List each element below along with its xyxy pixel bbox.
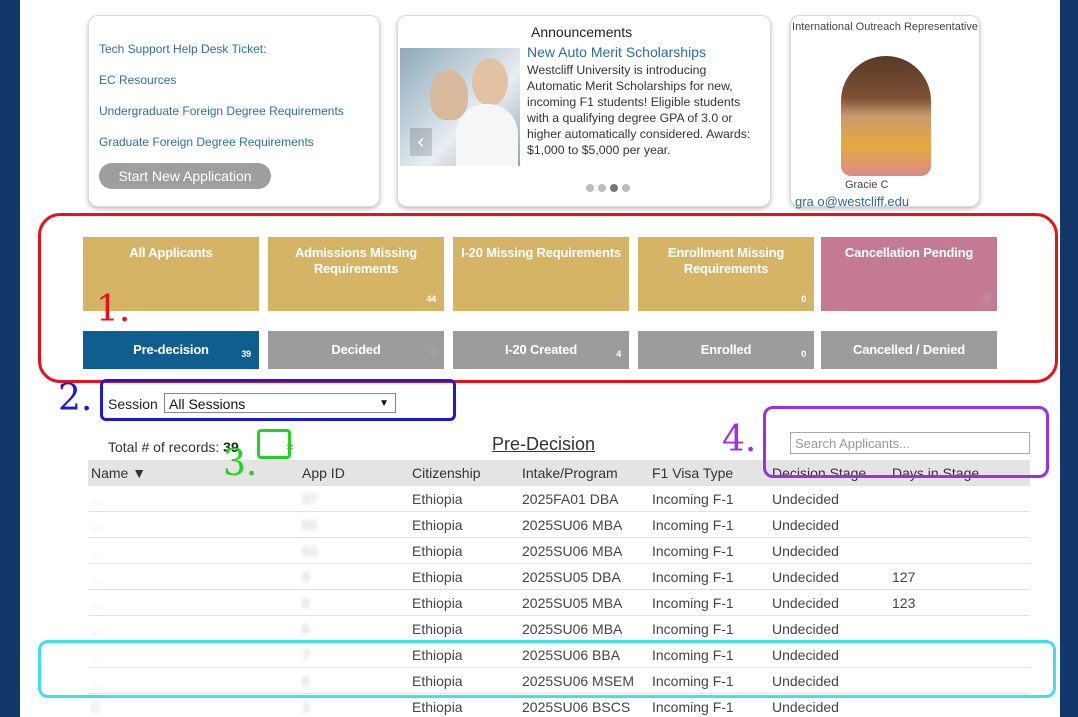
- link-undergrad-requirements[interactable]: Undergraduate Foreign Degree Requirement…: [99, 104, 344, 118]
- announcements-card: Announcements ‹ New Auto Merit Scholarsh…: [397, 15, 771, 207]
- cell-f1-visa-type: Incoming F-1: [649, 615, 769, 642]
- table-row[interactable]: ... 97 Ethiopia 2025FA01 DBA Incoming F-1 Und…: [88, 486, 1030, 512]
- announcement-image: ‹: [400, 48, 520, 166]
- quick-links-card: Tech Support Help Desk Ticket: EC Resour…: [88, 15, 380, 207]
- cell-decision-stage: Undecided: [769, 537, 889, 564]
- cell-name: ...: [88, 537, 299, 564]
- announcements-title: Announcements: [531, 24, 633, 40]
- records-count: Total # of records: 39: [108, 439, 239, 455]
- cell-intake-program: 2025SU05 MBA: [519, 589, 649, 616]
- cell-f1-visa-type: Incoming F-1: [649, 511, 769, 538]
- records-label: Total # of records:: [108, 439, 220, 455]
- cell-days-in-stage: [889, 615, 1030, 642]
- cell-f1-visa-type: Incoming F-1: [649, 589, 769, 616]
- annotation-number-1: 1.: [96, 289, 131, 330]
- column-header-name[interactable]: Name ▼: [88, 460, 299, 486]
- cell-citizenship: Ethiopia: [409, 511, 519, 538]
- cell-app-id: 83: [299, 537, 409, 564]
- carousel-prev-icon[interactable]: ‹: [410, 128, 432, 156]
- annotation-number-3: 3.: [223, 443, 258, 484]
- link-help-desk[interactable]: Tech Support Help Desk Ticket:: [99, 42, 266, 56]
- cell-app-id: 8: [299, 589, 409, 616]
- cell-days-in-stage: 123: [889, 589, 1030, 616]
- cell-intake-program: 2025SU06 MBA: [519, 615, 649, 642]
- column-header-intake-program[interactable]: Intake/Program: [519, 460, 649, 486]
- cell-f1-visa-type: Incoming F-1: [649, 486, 769, 512]
- representative-email[interactable]: gra o@westcliff.edu: [795, 194, 909, 209]
- representative-name: Gracie C: [845, 179, 889, 191]
- representative-card: International Outreach Representative Gr…: [790, 15, 980, 209]
- table-row[interactable]: ... 83 Ethiopia 2025SU06 MBA Incoming F-1 Und…: [88, 537, 1030, 564]
- annotation-box-3: [257, 429, 291, 459]
- start-new-application-button[interactable]: Start New Application: [99, 163, 271, 189]
- representative-title: International Outreach Representative: [792, 21, 978, 33]
- cell-decision-stage: Undecided: [769, 589, 889, 616]
- announcement-body: Westcliff University is introducing Auto…: [527, 63, 751, 157]
- cell-citizenship: Ethiopia: [409, 615, 519, 642]
- photo-person: [472, 58, 508, 106]
- annotation-box-2: [100, 379, 456, 421]
- cell-intake-program: 2025FA01 DBA: [519, 486, 649, 512]
- photo-shirt: [456, 104, 518, 166]
- cell-citizenship: Ethiopia: [409, 486, 519, 512]
- link-ec-resources[interactable]: EC Resources: [99, 73, 176, 87]
- cell-intake-program: 2025SU05 DBA: [519, 563, 649, 590]
- table-row[interactable]: ... 85 Ethiopia 2025SU06 MBA Incoming F-1 Und…: [88, 511, 1030, 538]
- cell-name: ...: [88, 589, 299, 616]
- cell-decision-stage: Undecided: [769, 563, 889, 590]
- cell-days-in-stage: [889, 486, 1030, 512]
- announcement-headline[interactable]: New Auto Merit Scholarships: [527, 44, 706, 60]
- annotation-number-2: 2.: [58, 378, 93, 419]
- cell-app-id: 6: [299, 615, 409, 642]
- carousel-dot-active[interactable]: [610, 184, 618, 192]
- cell-name: ...: [88, 486, 299, 512]
- photo-person: [430, 70, 468, 120]
- representative-photo: [841, 56, 931, 176]
- cell-intake-program: 2025SU06 MBA: [519, 511, 649, 538]
- cell-decision-stage: Undecided: [769, 486, 889, 512]
- section-title: Pre-Decision: [492, 434, 596, 454]
- cell-app-id: 97: [299, 486, 409, 512]
- cell-name: ...: [88, 615, 299, 642]
- carousel-dot[interactable]: [586, 184, 594, 192]
- annotation-box-1: [38, 213, 1058, 383]
- cell-f1-visa-type: Incoming F-1: [649, 537, 769, 564]
- column-header-f1-visa-type[interactable]: F1 Visa Type: [649, 460, 769, 486]
- link-grad-requirements[interactable]: Graduate Foreign Degree Requirements: [99, 135, 314, 149]
- carousel-dot[interactable]: [598, 184, 606, 192]
- cell-citizenship: Ethiopia: [409, 589, 519, 616]
- column-header-app-id[interactable]: App ID: [299, 460, 409, 486]
- table-row[interactable]: ... 9 Ethiopia 2025SU05 DBA Incoming F-1 Unde…: [88, 563, 1030, 590]
- cell-name: ...: [88, 563, 299, 590]
- carousel-dot[interactable]: [622, 184, 630, 192]
- cell-app-id: 9: [299, 563, 409, 590]
- cell-f1-visa-type: Incoming F-1: [649, 563, 769, 590]
- table-row[interactable]: ... 8 Ethiopia 2025SU05 MBA Incoming F-1 Unde…: [88, 589, 1030, 616]
- cell-days-in-stage: [889, 511, 1030, 538]
- annotation-number-4: 4.: [722, 419, 757, 460]
- column-header-citizenship[interactable]: Citizenship: [409, 460, 519, 486]
- cell-app-id: 85: [299, 511, 409, 538]
- annotation-box-5: [38, 640, 1056, 698]
- cell-days-in-stage: [889, 537, 1030, 564]
- cell-citizenship: Ethiopia: [409, 537, 519, 564]
- table-row[interactable]: ... 6 Ethiopia 2025SU06 MBA Incoming F-1 Unde…: [88, 615, 1030, 642]
- cell-name: ...: [88, 511, 299, 538]
- cell-decision-stage: Undecided: [769, 615, 889, 642]
- cell-citizenship: Ethiopia: [409, 563, 519, 590]
- cell-decision-stage: Undecided: [769, 511, 889, 538]
- portal-page: Tech Support Help Desk Ticket: EC Resour…: [20, 0, 1060, 717]
- cell-days-in-stage: 127: [889, 563, 1030, 590]
- carousel-dots: [586, 184, 630, 192]
- cell-intake-program: 2025SU06 MBA: [519, 537, 649, 564]
- annotation-box-4: [763, 406, 1049, 478]
